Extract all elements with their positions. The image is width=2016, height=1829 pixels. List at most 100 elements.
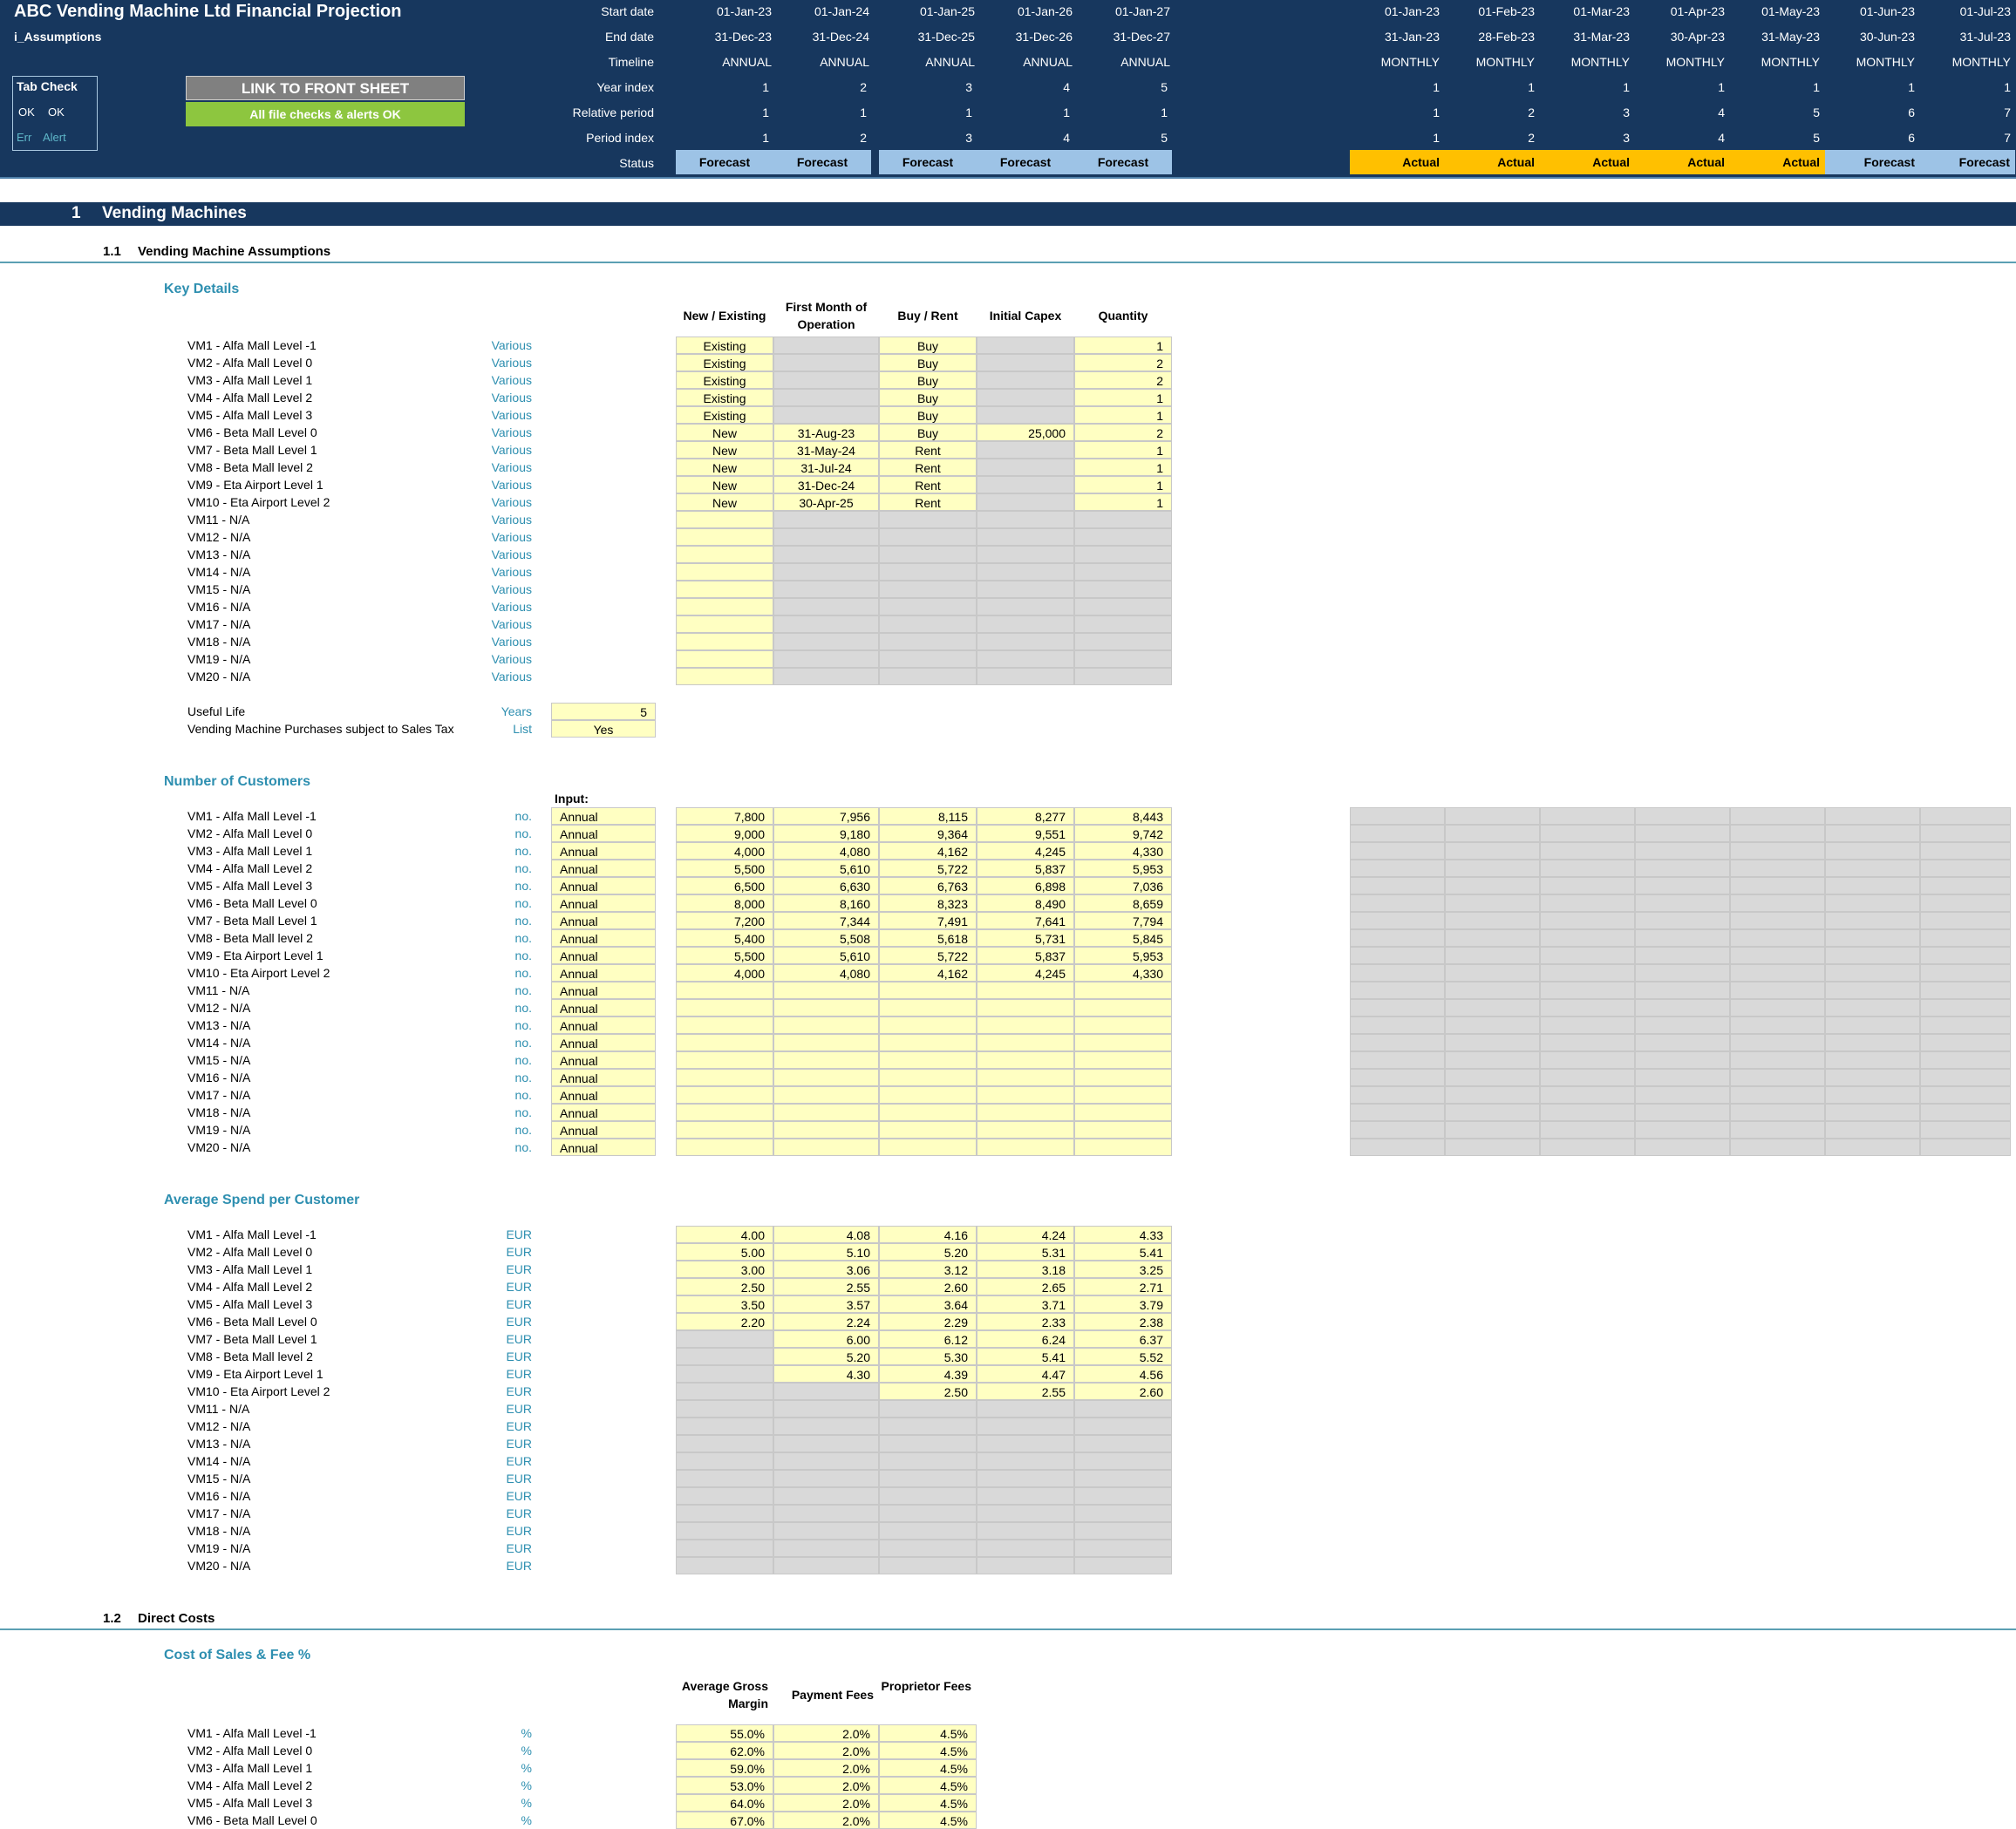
spend-value[interactable] bbox=[1074, 1557, 1172, 1574]
spend-value[interactable]: 2.20 bbox=[676, 1313, 773, 1330]
input-cell-fm[interactable] bbox=[773, 511, 879, 528]
customers-value[interactable]: 5,610 bbox=[773, 860, 879, 877]
input-frequency-select[interactable]: Annual bbox=[551, 825, 656, 842]
spend-value[interactable] bbox=[773, 1383, 879, 1400]
percent-value[interactable]: 4.5% bbox=[879, 1777, 977, 1794]
input-cell-capex[interactable] bbox=[977, 406, 1074, 424]
customers-value[interactable]: 9,000 bbox=[676, 825, 773, 842]
input-cell-qty[interactable]: 2 bbox=[1074, 354, 1172, 371]
link-to-front-sheet-button[interactable]: LINK TO FRONT SHEET bbox=[186, 76, 465, 100]
input-cell-ne[interactable]: New bbox=[676, 476, 773, 493]
spend-value[interactable]: 2.50 bbox=[879, 1383, 977, 1400]
input-cell-br[interactable]: Rent bbox=[879, 459, 977, 476]
spend-value[interactable]: 3.64 bbox=[879, 1295, 977, 1313]
customers-value[interactable] bbox=[977, 1121, 1074, 1139]
input-frequency-select[interactable]: Annual bbox=[551, 912, 656, 929]
spend-value[interactable] bbox=[773, 1452, 879, 1470]
customers-value[interactable]: 6,763 bbox=[879, 877, 977, 894]
input-cell-br[interactable] bbox=[879, 615, 977, 633]
input-cell-br[interactable]: Rent bbox=[879, 493, 977, 511]
spend-value[interactable] bbox=[1074, 1487, 1172, 1505]
customers-value[interactable] bbox=[879, 1104, 977, 1121]
percent-value[interactable]: 4.5% bbox=[879, 1759, 977, 1777]
input-cell-fm[interactable] bbox=[773, 598, 879, 615]
input-cell-capex[interactable] bbox=[977, 581, 1074, 598]
input-cell-qty[interactable] bbox=[1074, 563, 1172, 581]
spend-value[interactable]: 5.31 bbox=[977, 1243, 1074, 1261]
spend-value[interactable]: 5.10 bbox=[773, 1243, 879, 1261]
input-cell-capex[interactable] bbox=[977, 633, 1074, 650]
percent-value[interactable]: 4.5% bbox=[879, 1812, 977, 1829]
percent-value[interactable]: 62.0% bbox=[676, 1742, 773, 1759]
input-cell-ne[interactable] bbox=[676, 633, 773, 650]
customers-value[interactable]: 8,115 bbox=[879, 807, 977, 825]
input-cell-qty[interactable]: 2 bbox=[1074, 371, 1172, 389]
input-cell-br[interactable] bbox=[879, 650, 977, 668]
customers-value[interactable]: 8,490 bbox=[977, 894, 1074, 912]
customers-value[interactable] bbox=[773, 1069, 879, 1086]
input-cell-ne[interactable] bbox=[676, 668, 773, 685]
percent-value[interactable]: 53.0% bbox=[676, 1777, 773, 1794]
customers-value[interactable] bbox=[879, 1121, 977, 1139]
input-cell-ne[interactable] bbox=[676, 563, 773, 581]
spend-value[interactable] bbox=[676, 1383, 773, 1400]
percent-value[interactable]: 2.0% bbox=[773, 1812, 879, 1829]
input-frequency-select[interactable]: Annual bbox=[551, 1104, 656, 1121]
spend-value[interactable] bbox=[879, 1522, 977, 1540]
customers-value[interactable] bbox=[676, 999, 773, 1016]
customers-value[interactable]: 5,837 bbox=[977, 860, 1074, 877]
input-cell-fm[interactable] bbox=[773, 406, 879, 424]
customers-value[interactable] bbox=[977, 1051, 1074, 1069]
customers-value[interactable]: 7,800 bbox=[676, 807, 773, 825]
spend-value[interactable]: 4.24 bbox=[977, 1226, 1074, 1243]
spend-value[interactable]: 5.20 bbox=[879, 1243, 977, 1261]
customers-value[interactable]: 5,500 bbox=[676, 860, 773, 877]
sales-tax-select[interactable]: Yes bbox=[551, 720, 656, 738]
customers-value[interactable]: 6,630 bbox=[773, 877, 879, 894]
percent-value[interactable]: 4.5% bbox=[879, 1724, 977, 1742]
customers-value[interactable] bbox=[977, 1069, 1074, 1086]
input-cell-fm[interactable] bbox=[773, 581, 879, 598]
spend-value[interactable]: 3.79 bbox=[1074, 1295, 1172, 1313]
customers-value[interactable] bbox=[676, 1121, 773, 1139]
input-cell-qty[interactable] bbox=[1074, 546, 1172, 563]
spend-value[interactable]: 3.18 bbox=[977, 1261, 1074, 1278]
percent-value[interactable]: 2.0% bbox=[773, 1794, 879, 1812]
spend-value[interactable] bbox=[676, 1522, 773, 1540]
customers-value[interactable] bbox=[977, 999, 1074, 1016]
input-cell-ne[interactable]: New bbox=[676, 459, 773, 476]
input-cell-br[interactable]: Buy bbox=[879, 424, 977, 441]
spend-value[interactable]: 2.50 bbox=[676, 1278, 773, 1295]
customers-value[interactable] bbox=[773, 1121, 879, 1139]
customers-value[interactable]: 4,000 bbox=[676, 964, 773, 982]
spend-value[interactable] bbox=[879, 1540, 977, 1557]
customers-value[interactable]: 7,344 bbox=[773, 912, 879, 929]
spend-value[interactable]: 3.12 bbox=[879, 1261, 977, 1278]
customers-value[interactable]: 4,080 bbox=[773, 842, 879, 860]
input-cell-br[interactable] bbox=[879, 563, 977, 581]
input-frequency-select[interactable]: Annual bbox=[551, 842, 656, 860]
customers-value[interactable] bbox=[1074, 1139, 1172, 1156]
spend-value[interactable] bbox=[773, 1505, 879, 1522]
input-cell-capex[interactable] bbox=[977, 493, 1074, 511]
input-cell-capex[interactable] bbox=[977, 337, 1074, 354]
percent-value[interactable]: 2.0% bbox=[773, 1777, 879, 1794]
input-cell-qty[interactable]: 1 bbox=[1074, 389, 1172, 406]
input-frequency-select[interactable]: Annual bbox=[551, 894, 656, 912]
input-cell-fm[interactable]: 31-Aug-23 bbox=[773, 424, 879, 441]
percent-value[interactable]: 59.0% bbox=[676, 1759, 773, 1777]
customers-value[interactable]: 4,162 bbox=[879, 964, 977, 982]
input-cell-ne[interactable]: New bbox=[676, 424, 773, 441]
input-cell-br[interactable]: Buy bbox=[879, 354, 977, 371]
spend-value[interactable] bbox=[676, 1330, 773, 1348]
spend-value[interactable] bbox=[879, 1418, 977, 1435]
spend-value[interactable] bbox=[773, 1487, 879, 1505]
customers-value[interactable]: 4,330 bbox=[1074, 842, 1172, 860]
customers-value[interactable]: 5,722 bbox=[879, 947, 977, 964]
spend-value[interactable] bbox=[676, 1400, 773, 1418]
input-cell-br[interactable]: Rent bbox=[879, 441, 977, 459]
spend-value[interactable] bbox=[977, 1400, 1074, 1418]
input-cell-qty[interactable] bbox=[1074, 528, 1172, 546]
spend-value[interactable] bbox=[676, 1540, 773, 1557]
input-cell-capex[interactable] bbox=[977, 476, 1074, 493]
